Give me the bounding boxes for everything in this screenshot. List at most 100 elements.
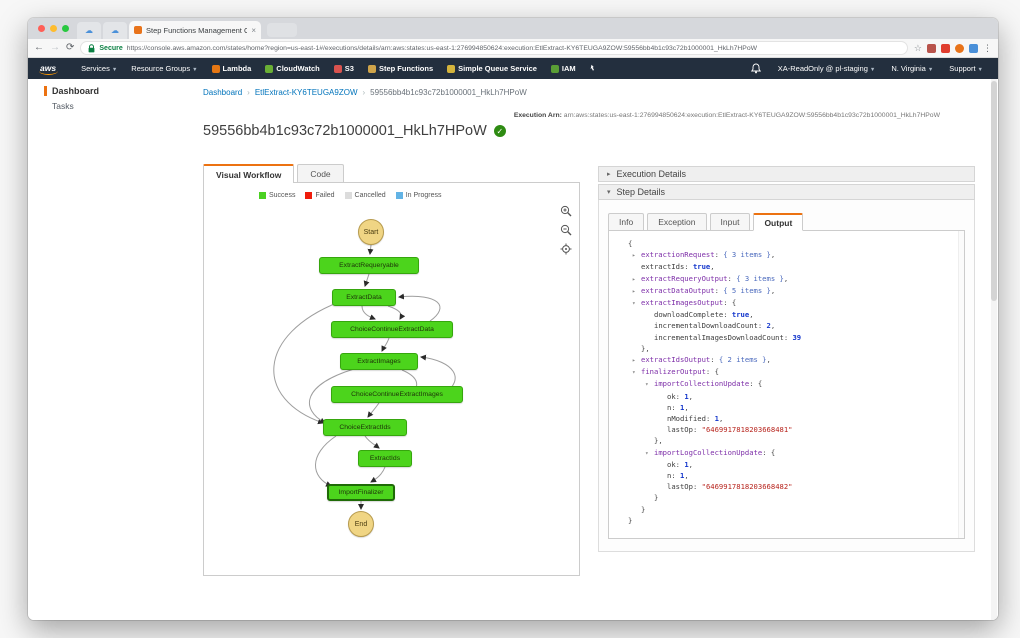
step-details-header[interactable]: ▾ Step Details — [598, 184, 975, 200]
breadcrumb-item[interactable]: Dashboard — [203, 88, 242, 97]
shortcut-lambda[interactable]: Lambda — [205, 64, 259, 73]
workflow-node-choicecontinueextractdata[interactable]: ChoiceContinueExtractData — [331, 321, 453, 338]
step-functions-icon — [368, 65, 376, 73]
tab-input[interactable]: Input — [710, 213, 751, 231]
json-line: incrementalDownloadCount: 2, — [609, 320, 964, 331]
notifications-bell-icon[interactable] — [751, 63, 761, 74]
json-line: n: 1, — [609, 402, 964, 413]
close-tab-icon[interactable]: × — [251, 26, 256, 35]
address-bar[interactable]: Secure https://console.aws.amazon.com/st… — [80, 41, 908, 55]
aws-logo[interactable]: aws — [36, 63, 66, 75]
json-line: ▸extractRequeryOutput: { 3 items }, — [609, 273, 964, 285]
breadcrumb-item[interactable]: EtlExtract-KY6TEUGA9ZOW — [255, 88, 358, 97]
account-menu[interactable]: XA-ReadOnly @ pl-staging▼ — [771, 64, 883, 73]
collapse-toggle-icon[interactable]: ▾ — [632, 367, 641, 378]
chevron-down-icon: ▼ — [928, 67, 933, 73]
workflow-node-importfinalizer[interactable]: ImportFinalizer — [327, 484, 395, 501]
reload-button[interactable]: ⟳ — [66, 43, 74, 53]
service-shortcuts: LambdaCloudWatchS3Step FunctionsSimple Q… — [205, 64, 583, 73]
workflow-node-choiceextractids[interactable]: ChoiceExtractIds — [323, 419, 407, 436]
shortcut-iam[interactable]: IAM — [544, 64, 583, 73]
forward-button[interactable]: → — [50, 43, 60, 53]
json-line: }, — [609, 343, 964, 354]
tab-code[interactable]: Code — [297, 164, 343, 183]
json-line: { — [609, 238, 964, 249]
collapse-toggle-icon[interactable]: ▾ — [645, 379, 654, 390]
minimize-window-button[interactable] — [50, 25, 57, 32]
expand-toggle-icon[interactable]: ▸ — [632, 286, 641, 297]
sidebar-item-tasks[interactable]: Tasks — [52, 101, 74, 111]
resource-groups-menu[interactable]: Resource Groups▼ — [124, 64, 204, 73]
json-line: } — [609, 492, 964, 503]
tab-exception[interactable]: Exception — [647, 213, 706, 231]
support-menu[interactable]: Support▼ — [942, 64, 990, 73]
pinned-tab[interactable]: ☁ — [77, 22, 101, 39]
browser-menu-icon[interactable]: ⋮ — [983, 43, 992, 54]
shortcut-cloudwatch[interactable]: CloudWatch — [258, 64, 326, 73]
chevron-down-icon: ▼ — [112, 67, 117, 73]
region-menu[interactable]: N. Virginia▼ — [884, 64, 940, 73]
browser-tab-active[interactable]: Step Functions Management C × — [129, 21, 261, 39]
execution-details-label: Execution Details — [617, 169, 687, 179]
window-controls — [36, 18, 77, 39]
services-menu[interactable]: Services▼ — [74, 64, 124, 73]
execution-arn: Execution Arn: arn:aws:states:us-east-1:… — [514, 112, 940, 119]
browser-toolbar: ← → ⟳ Secure https://console.aws.amazon.… — [28, 39, 998, 58]
breadcrumb-separator: › — [247, 88, 250, 97]
expand-toggle-icon[interactable]: ▸ — [632, 274, 641, 285]
expand-toggle-icon[interactable]: ▸ — [632, 250, 641, 261]
page-title: 59556bb4b1c93c72b1000001_HkLh7HPoW ✓ — [203, 123, 506, 139]
json-line: ok: 1, — [609, 391, 964, 402]
workflow-node-extractids[interactable]: ExtractIds — [358, 450, 412, 467]
workflow-node-extractdata[interactable]: ExtractData — [332, 289, 396, 306]
pin-icon[interactable] — [587, 64, 596, 74]
json-line: n: 1, — [609, 470, 964, 481]
shortcut-s3[interactable]: S3 — [327, 64, 361, 73]
json-line: } — [609, 515, 964, 526]
collapse-toggle-icon[interactable]: ▾ — [632, 298, 641, 309]
visual-workflow-panel: SuccessFailedCancelledIn Progress — [203, 182, 580, 576]
workflow-node-extractrequeryable[interactable]: ExtractRequeryable — [319, 257, 419, 274]
sidebar-item-dashboard[interactable]: Dashboard — [44, 86, 99, 96]
extension-icon[interactable] — [955, 44, 964, 53]
url-text: https://console.aws.amazon.com/states/ho… — [127, 45, 757, 52]
workflow-node-end[interactable]: End — [348, 511, 374, 537]
json-line: ▸extractIdsOutput: { 2 items }, — [609, 354, 964, 366]
back-button[interactable]: ← — [34, 43, 44, 53]
workflow-node-start[interactable]: Start — [358, 219, 384, 245]
new-tab-button[interactable] — [267, 23, 297, 37]
breadcrumb-separator: › — [363, 88, 366, 97]
execution-details-header[interactable]: ▸ Execution Details — [598, 166, 975, 182]
extension-icon[interactable] — [941, 44, 950, 53]
bookmark-star-icon[interactable]: ☆ — [914, 43, 922, 54]
shortcut-simple-queue-service[interactable]: Simple Queue Service — [440, 64, 544, 73]
close-window-button[interactable] — [38, 25, 45, 32]
workflow-node-extractimages[interactable]: ExtractImages — [340, 353, 418, 370]
tab-visual-workflow[interactable]: Visual Workflow — [203, 164, 294, 183]
chevron-down-icon: ▼ — [192, 67, 197, 73]
browser-window: ☁ ☁ Step Functions Management C × ← → ⟳ … — [28, 18, 998, 620]
shortcut-step-functions[interactable]: Step Functions — [361, 64, 440, 73]
tab-info[interactable]: Info — [608, 213, 644, 231]
workflow-edges — [204, 183, 579, 575]
code-scrollbar[interactable] — [958, 231, 964, 538]
expand-toggle-icon[interactable]: ▸ — [632, 355, 641, 366]
extension-icon[interactable] — [927, 44, 936, 53]
pinned-tab[interactable]: ☁ — [103, 22, 127, 39]
cloud-icon: ☁ — [85, 26, 93, 35]
breadcrumb: Dashboard›EtlExtract-KY6TEUGA9ZOW›59556b… — [203, 88, 527, 97]
json-line: }, — [609, 435, 964, 446]
json-line: ▾extractImagesOutput: { — [609, 297, 964, 309]
page-scroll-thumb[interactable] — [991, 81, 997, 301]
page-scrollbar[interactable] — [991, 79, 997, 620]
json-line: } — [609, 504, 964, 515]
zoom-window-button[interactable] — [62, 25, 69, 32]
execution-arn-value: arn:aws:states:us-east-1:276994850624:ex… — [564, 112, 940, 119]
collapse-toggle-icon[interactable]: ▾ — [645, 448, 654, 459]
workflow-node-choicecontinueextractimages[interactable]: ChoiceContinueExtractImages — [331, 386, 463, 403]
tab-output[interactable]: Output — [753, 213, 803, 231]
extension-icon[interactable] — [969, 44, 978, 53]
chevron-down-icon: ▾ — [607, 188, 611, 196]
chevron-down-icon: ▼ — [870, 67, 875, 73]
json-line: ▸extractDataOutput: { 5 items }, — [609, 285, 964, 297]
